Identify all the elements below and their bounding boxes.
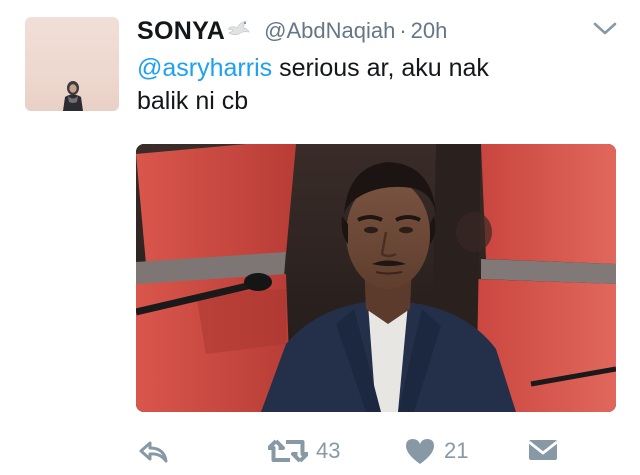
display-name[interactable]: SONYA bbox=[137, 17, 225, 46]
dove-icon bbox=[226, 19, 250, 37]
tweet: SONYA @AbdNaqiah · 20h @asryharris serio… bbox=[0, 0, 640, 475]
tweet-media-photo[interactable] bbox=[136, 144, 616, 412]
tweet-text-line1: serious ar, aku nak bbox=[272, 54, 489, 82]
photo-image bbox=[136, 144, 616, 412]
avatar-person-image bbox=[63, 81, 83, 111]
retweet-button[interactable]: 43 bbox=[268, 436, 340, 466]
tweet-text: @asryharris serious ar, aku nak balik ni… bbox=[137, 52, 607, 118]
like-button[interactable]: 21 bbox=[404, 436, 468, 466]
like-count: 21 bbox=[444, 438, 469, 463]
reply-icon bbox=[139, 441, 168, 463]
retweet-icon bbox=[268, 439, 308, 463]
user-handle[interactable]: @AbdNaqiah bbox=[264, 18, 395, 44]
avatar[interactable] bbox=[25, 17, 119, 111]
retweet-count: 43 bbox=[316, 438, 341, 463]
envelope-icon bbox=[528, 440, 558, 460]
tweet-header: SONYA @AbdNaqiah · 20h bbox=[137, 14, 447, 48]
tweet-text-line2: balik ni cb bbox=[137, 87, 249, 115]
timestamp[interactable]: 20h bbox=[411, 18, 448, 44]
heart-icon bbox=[406, 439, 434, 464]
direct-message-button[interactable] bbox=[527, 436, 559, 464]
header-separator: · bbox=[399, 18, 407, 43]
chevron-down-icon[interactable] bbox=[592, 20, 618, 43]
reply-button[interactable] bbox=[138, 438, 170, 466]
tweet-action-bar: 43 21 bbox=[0, 432, 640, 472]
mention-link[interactable]: @asryharris bbox=[137, 54, 272, 82]
